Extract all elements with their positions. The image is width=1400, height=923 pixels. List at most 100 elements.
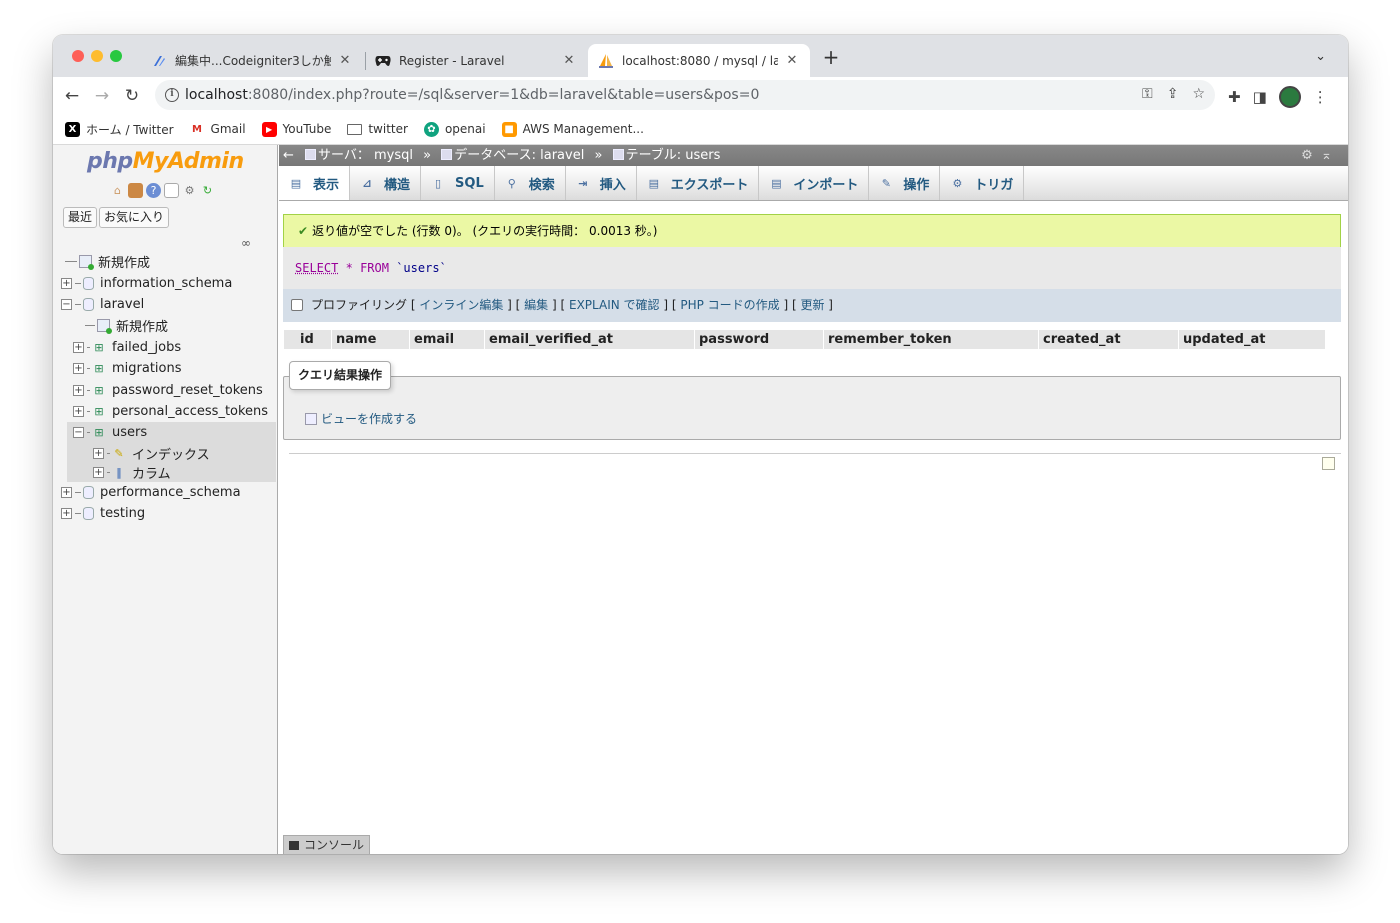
bookmark-aws[interactable]: ■ AWS Management... — [501, 121, 644, 137]
divider — [289, 453, 1341, 454]
tree-item-password-reset-tokens[interactable]: + ⊞ password_reset_tokens — [61, 379, 276, 400]
tab-editing[interactable]: 編集中...Codeigniter3しか触って ✕ — [141, 44, 363, 77]
more-menu-icon[interactable]: ⋮ — [1313, 88, 1328, 106]
expand-icon[interactable]: + — [73, 405, 84, 417]
breadcrumb-table[interactable]: テーブル: users — [612, 148, 720, 163]
settings-gear-icon[interactable]: ⚙ — [1301, 148, 1313, 163]
link-with-main-panel-icon[interactable]: ∞ — [241, 236, 251, 250]
bookmark-folder-twitter[interactable]: twitter — [347, 122, 408, 136]
tree-item-indexes[interactable]: + ✎ インデックス — [67, 443, 276, 463]
inline-edit-link[interactable]: インライン編集 — [419, 298, 503, 312]
tab-triggers[interactable]: ⚙ トリガ — [940, 166, 1025, 200]
tab-export[interactable]: ▤ エクスポート — [637, 166, 760, 200]
column-header[interactable]: email_verified_at — [485, 330, 695, 349]
expand-icon[interactable]: + — [73, 363, 84, 375]
console-toggle[interactable]: コンソール — [283, 835, 371, 854]
close-tab-icon[interactable]: ✕ — [784, 53, 800, 68]
tab-operations[interactable]: ✎ 操作 — [869, 166, 941, 200]
create-view-link[interactable]: ビューを作成する — [305, 410, 417, 427]
tree-item-columns[interactable]: + ‖ カラム — [67, 462, 276, 482]
extensions-puzzle-icon[interactable]: ✚ — [1228, 88, 1241, 106]
refresh-link[interactable]: 更新 — [800, 298, 824, 312]
home-icon[interactable]: ⌂ — [110, 183, 125, 198]
expand-icon[interactable]: + — [61, 277, 72, 289]
breadcrumb-database[interactable]: データベース: laravel — [441, 148, 584, 163]
sql-keyword-select[interactable]: SELECT — [295, 261, 338, 275]
expand-icon[interactable]: + — [61, 486, 72, 498]
search-icon: ⚲ — [507, 176, 516, 190]
favorite-tables-button[interactable]: お気に入り — [99, 207, 170, 228]
tab-browse[interactable]: ▤ 表示 — [279, 166, 351, 200]
tree-item-information-schema[interactable]: + information_schema — [61, 272, 276, 293]
reload-icon[interactable]: ↻ — [121, 85, 143, 107]
collapse-icon[interactable]: − — [73, 427, 84, 439]
logout-icon[interactable] — [128, 183, 143, 198]
column-header[interactable]: updated_at — [1179, 330, 1326, 349]
tree-item-new-table[interactable]: 新規作成 — [61, 315, 276, 336]
tree-item-performance-schema[interactable]: + performance_schema — [61, 482, 276, 503]
page-settings-icon[interactable] — [1322, 457, 1335, 470]
tab-phpmyadmin[interactable]: localhost:8080 / mysql / larave ✕ — [588, 44, 810, 77]
bookmark-openai[interactable]: ✿ openai — [423, 121, 486, 137]
tab-insert[interactable]: ⇥ 挿入 — [566, 166, 637, 200]
reload-navigation-icon[interactable]: ↻ — [200, 183, 215, 198]
recent-tables-button[interactable]: 最近 — [63, 207, 98, 228]
collapse-icon[interactable]: − — [61, 298, 72, 310]
tab-search[interactable]: ⚲ 検索 — [495, 166, 566, 200]
tab-sql[interactable]: ▯ SQL — [421, 166, 495, 200]
breadcrumb-server[interactable]: サーバ： mysql — [305, 148, 413, 163]
bookmark-gmail[interactable]: M Gmail — [189, 121, 246, 137]
zoom-window-button[interactable] — [110, 50, 122, 62]
expand-icon[interactable]: + — [93, 447, 104, 459]
column-header[interactable]: created_at — [1039, 330, 1179, 349]
gear-icon[interactable]: ⚙ — [182, 183, 197, 198]
tree-item-users[interactable]: − ⊞ users — [67, 422, 276, 444]
bookmark-youtube[interactable]: ▶ YouTube — [261, 121, 331, 137]
close-tab-icon[interactable]: ✕ — [561, 53, 577, 68]
column-header[interactable]: name — [332, 330, 410, 349]
bookmark-twitter-home[interactable]: X ホーム / Twitter — [65, 121, 174, 138]
phpmyadmin-logo[interactable]: phpMyAdmin — [87, 149, 244, 174]
tree-item-laravel[interactable]: − laravel — [61, 294, 276, 315]
tree-item-failed-jobs[interactable]: + ⊞ failed_jobs — [61, 337, 276, 358]
forward-arrow-icon[interactable]: → — [91, 85, 113, 107]
close-window-button[interactable] — [72, 50, 84, 62]
tab-structure[interactable]: ⊿ 構造 — [350, 166, 422, 200]
expand-icon[interactable]: + — [73, 384, 84, 396]
close-tab-icon[interactable]: ✕ — [337, 53, 353, 68]
collapse-top-icon[interactable]: ⌅ — [1321, 148, 1332, 163]
address-bar[interactable]: i localhost:8080/index.php?route=/sql&se… — [155, 80, 1215, 110]
profile-avatar[interactable] — [1278, 86, 1301, 108]
side-panel-icon[interactable]: ◨ — [1253, 88, 1267, 106]
site-info-icon[interactable]: i — [165, 88, 179, 102]
star-icon[interactable]: ☆ — [1192, 86, 1205, 102]
edit-link[interactable]: 編集 — [524, 298, 548, 312]
column-header[interactable]: remember_token — [824, 330, 1039, 349]
explain-link[interactable]: EXPLAIN で確認 — [569, 298, 660, 312]
new-tab-button[interactable]: + — [821, 47, 841, 67]
collapse-navigation-icon[interactable]: ← — [283, 145, 294, 166]
tree-item-new[interactable]: 新規作成 — [61, 251, 276, 272]
column-header[interactable]: password — [695, 330, 824, 349]
tree-item-personal-access-tokens[interactable]: + ⊞ personal_access_tokens — [61, 401, 276, 422]
database-icon — [441, 149, 453, 160]
tab-register-laravel[interactable]: Register - Laravel ✕ — [365, 44, 587, 77]
tab-import[interactable]: ▤ インポート — [759, 166, 870, 200]
expand-icon[interactable]: + — [93, 466, 104, 478]
key-icon[interactable]: ⚿ — [1142, 86, 1153, 102]
back-arrow-icon[interactable]: ← — [61, 85, 83, 107]
column-header[interactable]: id — [284, 330, 332, 349]
profiling-checkbox[interactable] — [291, 299, 303, 311]
expand-icon[interactable]: + — [61, 508, 72, 520]
help-icon[interactable]: ? — [146, 183, 161, 198]
tree-item-migrations[interactable]: + ⊞ migrations — [61, 358, 276, 379]
tab-search-button[interactable]: ⌄ — [1315, 49, 1326, 64]
docs-icon[interactable] — [164, 183, 179, 198]
url-text[interactable]: localhost:8080/index.php?route=/sql&serv… — [185, 87, 759, 103]
tree-item-testing[interactable]: + testing — [61, 503, 276, 524]
minimize-window-button[interactable] — [91, 50, 103, 62]
column-header[interactable]: email — [410, 330, 485, 349]
share-icon[interactable]: ⇪ — [1167, 86, 1179, 102]
expand-icon[interactable]: + — [73, 341, 84, 353]
php-code-link[interactable]: PHP コードの作成 — [680, 298, 779, 312]
